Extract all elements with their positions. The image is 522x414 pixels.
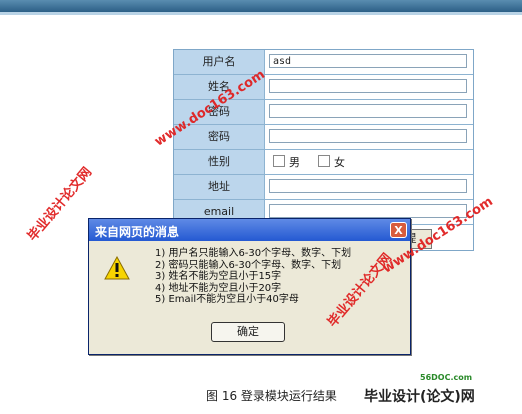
- gender-male-label: 男: [289, 156, 300, 169]
- gender-label: 性别: [174, 150, 265, 174]
- dialog-message-list: 1) 用户名只能输入6-30个字母、数字、下划 2) 密码只能输入6-30个字母…: [155, 248, 351, 306]
- username-label: 用户名: [174, 50, 265, 74]
- dialog-message: 1) 用户名只能输入6-30个字母、数字、下划: [155, 248, 352, 259]
- gender-female-radio[interactable]: [318, 155, 330, 167]
- dialog-message: 2) 密码只能输入6-30个字母、数字、下划: [155, 259, 342, 271]
- email-input[interactable]: [269, 204, 467, 218]
- warning-icon: [104, 256, 130, 280]
- top-banner-stripe: [0, 12, 522, 15]
- dialog-message: 5) Email不能为空且小于40字母: [155, 294, 299, 305]
- row-address: 地址: [174, 175, 473, 200]
- close-icon[interactable]: X: [390, 222, 407, 238]
- password-input[interactable]: [269, 104, 467, 118]
- row-confirm-password: 密码: [174, 125, 473, 150]
- figure-caption: 图 16 登录模块运行结果: [206, 389, 337, 403]
- address-label: 地址: [174, 175, 265, 199]
- name-input[interactable]: [269, 79, 467, 93]
- dialog-message: 3) 姓名不能为空且小于15字: [155, 271, 282, 282]
- site-logo: 毕业设计(论文)网: [364, 389, 475, 405]
- ok-button[interactable]: 确定: [211, 322, 285, 342]
- username-input[interactable]: asd: [269, 54, 467, 68]
- row-username: 用户名 asd: [174, 50, 473, 75]
- dialog-title: 来自网页的消息: [95, 225, 180, 239]
- confirm-password-input[interactable]: [269, 129, 467, 143]
- row-gender: 性别 男 女: [174, 150, 473, 175]
- gender-male-radio[interactable]: [273, 155, 285, 167]
- gender-female-label: 女: [334, 156, 345, 169]
- site-logo-sub: 56DOC.com: [420, 373, 473, 382]
- top-banner: [0, 0, 522, 12]
- dialog-message: 4) 地址不能为空且小于20字: [155, 282, 282, 294]
- watermark-cn: 毕业设计论文网: [25, 164, 96, 245]
- address-input[interactable]: [269, 179, 467, 193]
- dialog-titlebar: 来自网页的消息 X: [89, 219, 410, 241]
